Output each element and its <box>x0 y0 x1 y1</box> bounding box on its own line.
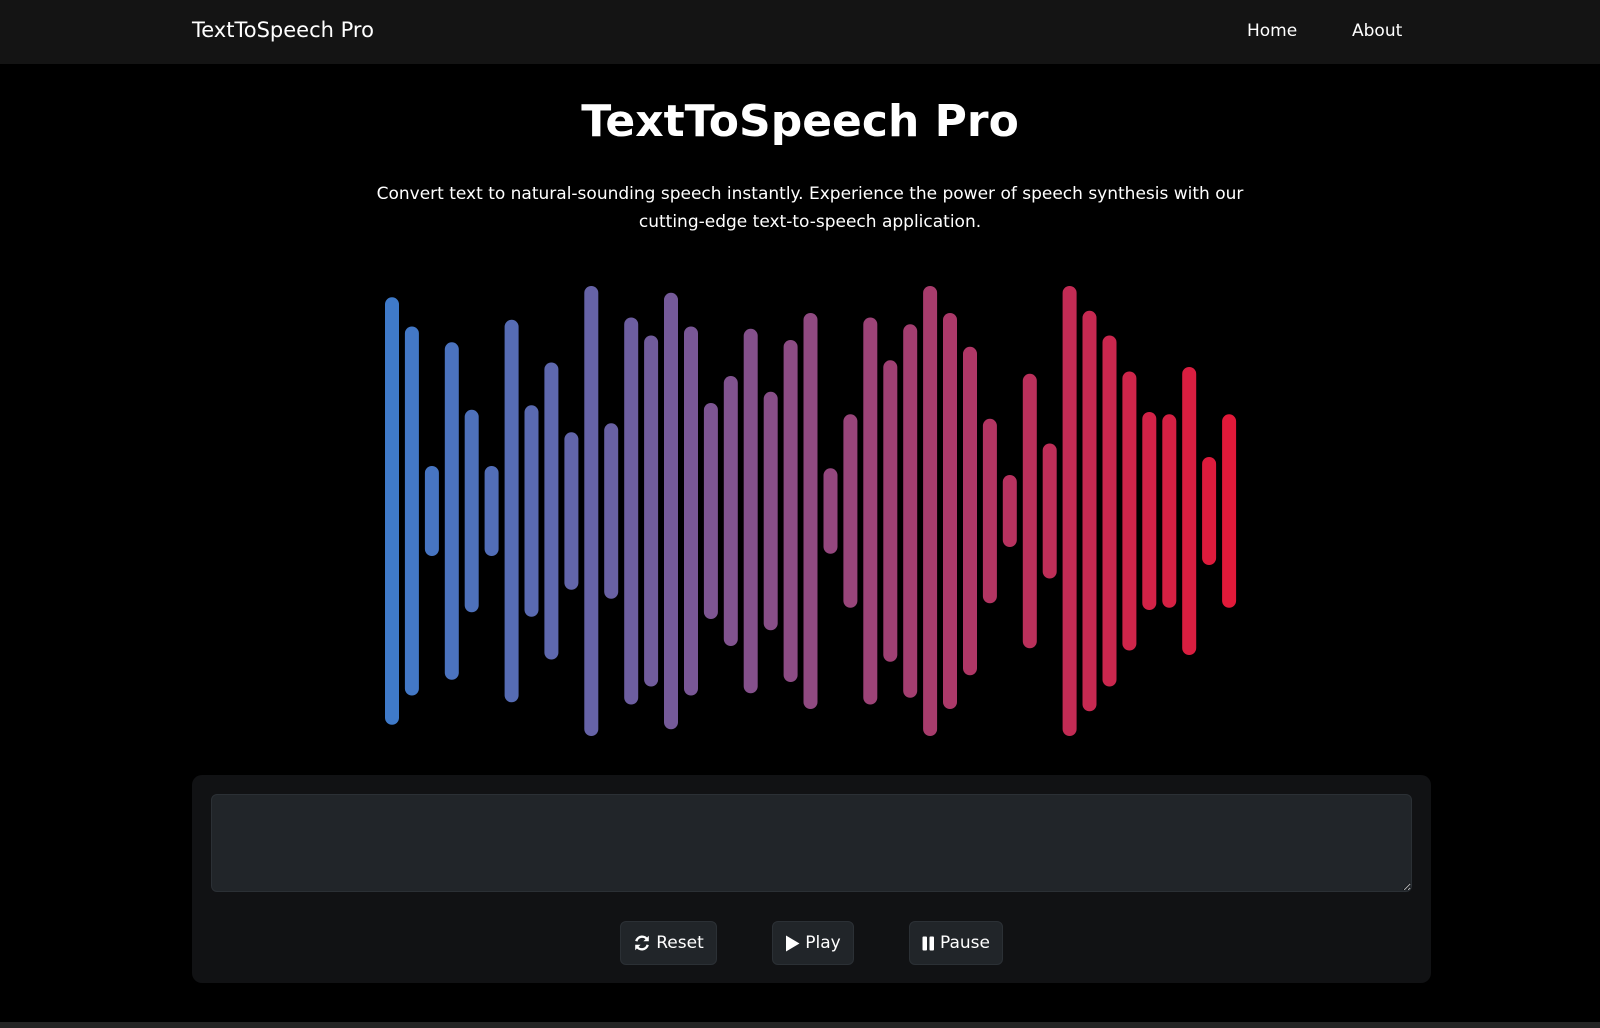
waveform-bar <box>863 317 878 705</box>
waveform-bar <box>823 468 838 554</box>
waveform-bar <box>943 313 957 709</box>
nav-link-home[interactable]: Home <box>1247 21 1297 41</box>
waveform-bar <box>444 342 459 680</box>
play-button-label: Play <box>805 933 841 953</box>
waveform-bar <box>743 328 758 694</box>
waveform-bar <box>1002 475 1017 547</box>
waveform-bar <box>1122 371 1137 651</box>
waveform-bar <box>923 286 938 736</box>
waveform-bar <box>1202 457 1217 565</box>
waveform-bar <box>624 317 639 705</box>
waveform-bar <box>723 376 738 646</box>
waveform-bar <box>424 466 439 556</box>
waveform-bar <box>524 405 539 617</box>
waveform-bar <box>1022 373 1037 649</box>
reset-icon <box>635 935 650 951</box>
waveform-bar <box>664 292 678 730</box>
waveform-bar <box>684 326 698 696</box>
pause-button[interactable]: Pause <box>909 921 1003 965</box>
page-bottom-edge <box>0 1022 1600 1028</box>
waveform-bar <box>1162 414 1177 608</box>
waveform-bar <box>644 335 659 687</box>
waveform-bar <box>1042 443 1057 579</box>
waveform-bar <box>464 409 479 613</box>
waveform-bar <box>703 403 718 619</box>
nav-link-about[interactable]: About <box>1352 21 1402 41</box>
navbar-brand[interactable]: TextToSpeech Pro <box>192 18 374 42</box>
reset-button[interactable]: Reset <box>620 921 717 965</box>
waveform-bar <box>404 326 419 696</box>
reset-button-label: Reset <box>656 933 704 953</box>
audio-waveform-visualizer <box>385 286 1237 736</box>
waveform-bar <box>564 432 579 590</box>
waveform-bar <box>982 418 997 604</box>
waveform-bar <box>843 414 858 608</box>
pause-icon <box>922 936 934 950</box>
waveform-bar <box>903 324 918 698</box>
play-button[interactable]: Play <box>772 921 854 965</box>
waveform-bar <box>783 340 798 682</box>
waveform-bar <box>1222 414 1237 608</box>
waveform-bar <box>1062 286 1077 736</box>
waveform-bar <box>385 297 399 725</box>
waveform-bar <box>604 423 619 599</box>
waveform-bar <box>763 391 778 631</box>
waveform-bar <box>484 466 499 556</box>
waveform-bar <box>1142 412 1157 610</box>
waveform-bar <box>544 362 559 660</box>
text-input-panel: Reset Play Pause <box>192 775 1431 983</box>
waveform-bar <box>963 346 977 676</box>
waveform-bar <box>1082 310 1097 712</box>
page-description: Convert text to natural-sounding speech … <box>376 184 1244 232</box>
pause-button-label: Pause <box>940 933 990 953</box>
play-icon <box>786 935 800 951</box>
page-title: TextToSpeech Pro <box>581 96 1019 147</box>
top-navbar: TextToSpeech Pro Home About <box>0 0 1600 64</box>
waveform-bar <box>504 319 519 703</box>
waveform-bar <box>883 360 898 662</box>
speech-text-input[interactable] <box>211 794 1412 892</box>
waveform-bar <box>584 286 599 736</box>
waveform-bar <box>1102 335 1117 687</box>
waveform-bar <box>1182 367 1197 655</box>
waveform-bar <box>803 313 818 709</box>
